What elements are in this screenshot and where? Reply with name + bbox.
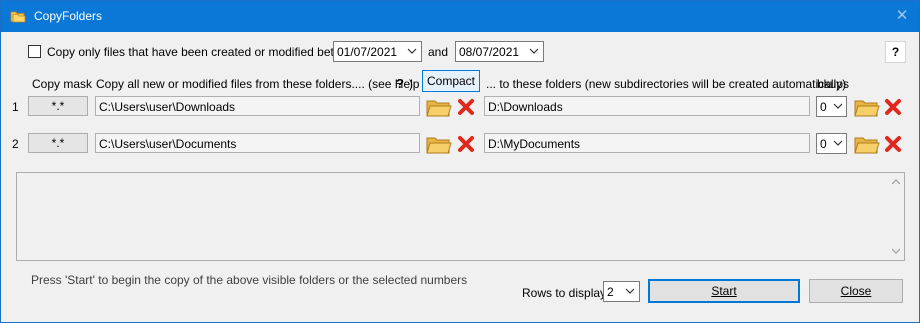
window-title: CopyFolders [34, 9, 103, 23]
copy-mask-header: Copy mask [32, 77, 93, 91]
row-number: 1 [12, 100, 19, 114]
browse-folder-icon[interactable] [426, 97, 452, 117]
scroll-up-icon[interactable] [892, 179, 900, 185]
chevron-down-icon [407, 48, 417, 54]
source-header-close: ) [409, 77, 413, 91]
destination-folder-field[interactable]: D:\Downloads [484, 96, 810, 116]
log-scrollbar[interactable] [888, 173, 904, 260]
folder-copy-icon [10, 11, 26, 23]
scroll-down-icon[interactable] [892, 248, 900, 254]
delete-icon[interactable] [457, 98, 475, 116]
chevron-down-icon [625, 288, 635, 294]
date-filter-label: Copy only files that have been created o… [47, 45, 363, 59]
delete-icon[interactable] [884, 98, 902, 116]
date-from-picker[interactable]: 01/07/2021 [333, 41, 422, 62]
destination-folder-field[interactable]: D:\MyDocuments [484, 133, 810, 153]
date-filter-checkbox[interactable] [28, 45, 41, 58]
row-number: 2 [12, 137, 19, 151]
date-to-picker[interactable]: 08/07/2021 [455, 41, 544, 62]
source-help-icon[interactable]: ? [396, 76, 404, 91]
close-button[interactable]: Close [809, 279, 903, 303]
date-to-value: 08/07/2021 [459, 45, 520, 59]
bkups-header: bkups [817, 77, 850, 91]
log-textarea[interactable] [16, 172, 905, 261]
copyfolders-window: CopyFolders ✕ Copy only files that have … [0, 0, 920, 323]
start-button[interactable]: Start [648, 279, 800, 303]
rows-to-display-select[interactable]: 2 [603, 281, 640, 302]
chevron-down-icon [833, 103, 843, 109]
source-header: Copy all new or modified files from thes… [96, 77, 433, 91]
delete-icon[interactable] [884, 135, 902, 153]
compact-button[interactable]: Compact [422, 70, 480, 92]
copy-mask-field[interactable]: *.* [28, 96, 88, 116]
help-button[interactable]: ? [885, 41, 906, 63]
rows-to-display-label: Rows to display: [522, 286, 610, 300]
browse-folder-icon[interactable] [854, 134, 880, 154]
browse-folder-icon[interactable] [854, 97, 880, 117]
date-from-value: 01/07/2021 [337, 45, 398, 59]
copy-mask-field[interactable]: *.* [28, 133, 88, 153]
browse-folder-icon[interactable] [426, 134, 452, 154]
source-folder-field[interactable]: C:\Users\user\Downloads [95, 96, 420, 116]
title-bar: CopyFolders ✕ [1, 1, 919, 32]
window-close-icon[interactable]: ✕ [894, 8, 910, 24]
delete-icon[interactable] [457, 135, 475, 153]
bkups-select[interactable]: 0 [816, 96, 847, 117]
bkups-select[interactable]: 0 [816, 133, 847, 154]
source-folder-field[interactable]: C:\Users\user\Documents [95, 133, 420, 153]
start-hint-text: Press 'Start' to begin the copy of the a… [31, 273, 468, 287]
chevron-down-icon [529, 48, 539, 54]
destination-header: ... to these folders (new subdirectories… [486, 77, 847, 91]
chevron-down-icon [833, 140, 843, 146]
date-and-label: and [428, 45, 449, 59]
